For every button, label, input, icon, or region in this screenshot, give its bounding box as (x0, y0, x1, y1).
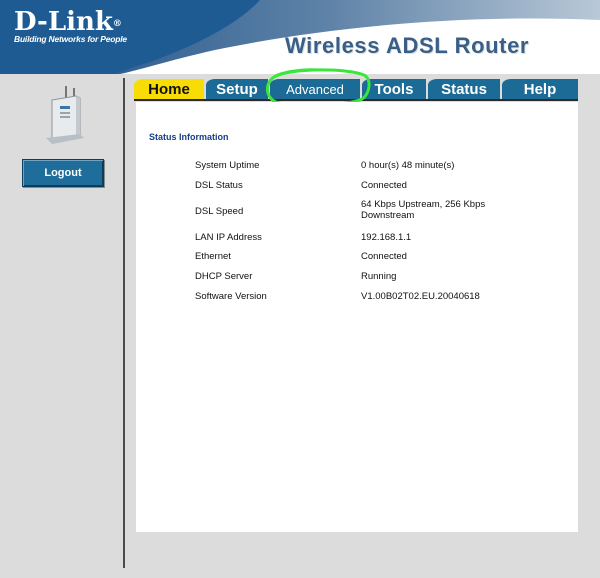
row-value-dsl-speed: 64 Kbps Upstream, 256 Kbps Downstream (361, 199, 486, 221)
product-title: Wireless ADSL Router (285, 33, 530, 58)
row-label-lan-ip: LAN IP Address (195, 232, 262, 243)
page-header: D-Link® Building Networks for People Wir… (0, 0, 600, 74)
tab-advanced[interactable]: Advanced (270, 79, 360, 99)
row-value-dsl-status: Connected (361, 180, 407, 191)
row-label-dsl-status: DSL Status (195, 180, 243, 191)
row-value-lan-ip: 192.168.1.1 (361, 232, 412, 243)
row-value-ethernet: Connected (361, 251, 407, 262)
tab-home[interactable]: Home (134, 79, 204, 99)
brand-tagline: Building Networks for People (14, 34, 127, 44)
content-panel: Status Information System Uptime 0 hour(… (136, 102, 578, 532)
registered-mark: ® (112, 19, 122, 29)
tab-setup[interactable]: Setup (206, 79, 268, 99)
logout-button[interactable]: Logout (22, 159, 104, 187)
main-tabs: Home Setup Advanced Tools Status Help (134, 79, 578, 101)
row-value-dhcp-server: Running (361, 271, 397, 282)
sidebar-divider (123, 78, 125, 568)
tab-tools[interactable]: Tools (362, 79, 426, 99)
row-label-ethernet: Ethernet (195, 251, 231, 262)
row-label-dsl-speed: DSL Speed (195, 206, 244, 217)
router-device-icon (46, 86, 84, 144)
brand-logo: D-Link® Building Networks for People (14, 8, 127, 44)
brand-name: D-Link® (14, 7, 122, 37)
tab-status[interactable]: Status (428, 79, 500, 99)
section-title: Status Information (149, 132, 229, 142)
row-label-dhcp-server: DHCP Server (195, 271, 253, 282)
row-value-system-uptime: 0 hour(s) 48 minute(s) (361, 160, 455, 171)
tab-help[interactable]: Help (502, 79, 578, 99)
row-value-software-version: V1.00B02T02.EU.20040618 (361, 291, 480, 302)
row-label-system-uptime: System Uptime (195, 160, 260, 171)
tab-underline (134, 99, 578, 101)
row-label-software-version: Software Version (195, 291, 267, 302)
